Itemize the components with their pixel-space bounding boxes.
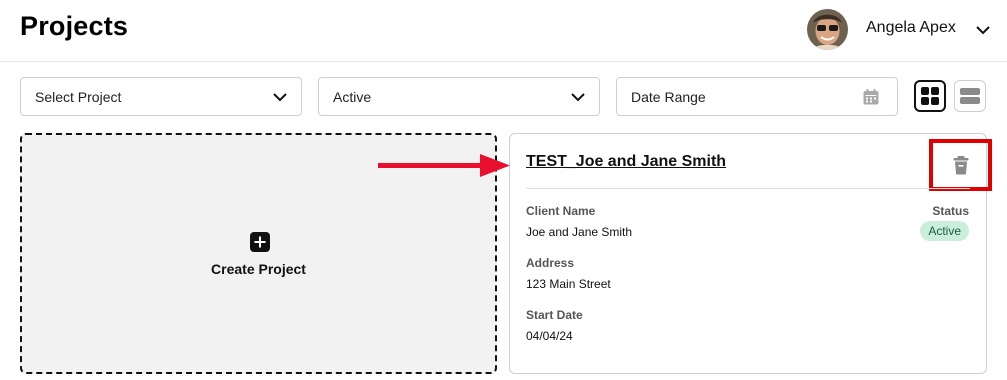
project-card: TEST_Joe and Jane Smith Client Name Joe … [509, 133, 992, 374]
chevron-down-icon[interactable] [974, 21, 992, 39]
page-title: Projects [20, 11, 129, 41]
start-date-label: Start Date [526, 308, 583, 322]
status-badge: Active [920, 221, 969, 241]
delete-highlight-box [929, 139, 992, 191]
client-name-label: Client Name [526, 204, 596, 218]
address-value: 123 Main Street [526, 277, 611, 291]
address-label: Address [526, 256, 575, 270]
project-title-link[interactable]: TEST_Joe and Jane Smith [526, 153, 726, 171]
chevron-down-icon [271, 88, 289, 106]
top-bar: Projects Angela Apex [0, 0, 1007, 62]
list-view-icon [960, 88, 980, 104]
avatar[interactable] [807, 9, 848, 50]
trash-icon[interactable] [950, 154, 972, 176]
user-name[interactable]: Angela Apex [866, 19, 956, 37]
red-arrow-icon [376, 150, 512, 180]
create-project-label: Create Project [211, 261, 306, 277]
card-divider [526, 188, 970, 189]
grid-view-icon [921, 87, 939, 105]
status-select[interactable]: Active [318, 77, 600, 116]
list-view-button[interactable] [954, 80, 986, 112]
chevron-down-icon [569, 88, 587, 106]
calendar-icon[interactable] [862, 88, 880, 106]
client-name-value: Joe and Jane Smith [526, 225, 633, 239]
date-range-label: Date Range [631, 89, 706, 105]
status-select-value: Active [333, 89, 372, 105]
plus-icon [250, 232, 270, 252]
date-range-input[interactable]: Date Range [616, 77, 898, 116]
project-select-value: Select Project [35, 89, 122, 105]
status-label: Status [932, 204, 969, 218]
project-select[interactable]: Select Project [20, 77, 302, 116]
grid-view-button[interactable] [914, 80, 946, 112]
start-date-value: 04/04/24 [526, 329, 573, 343]
